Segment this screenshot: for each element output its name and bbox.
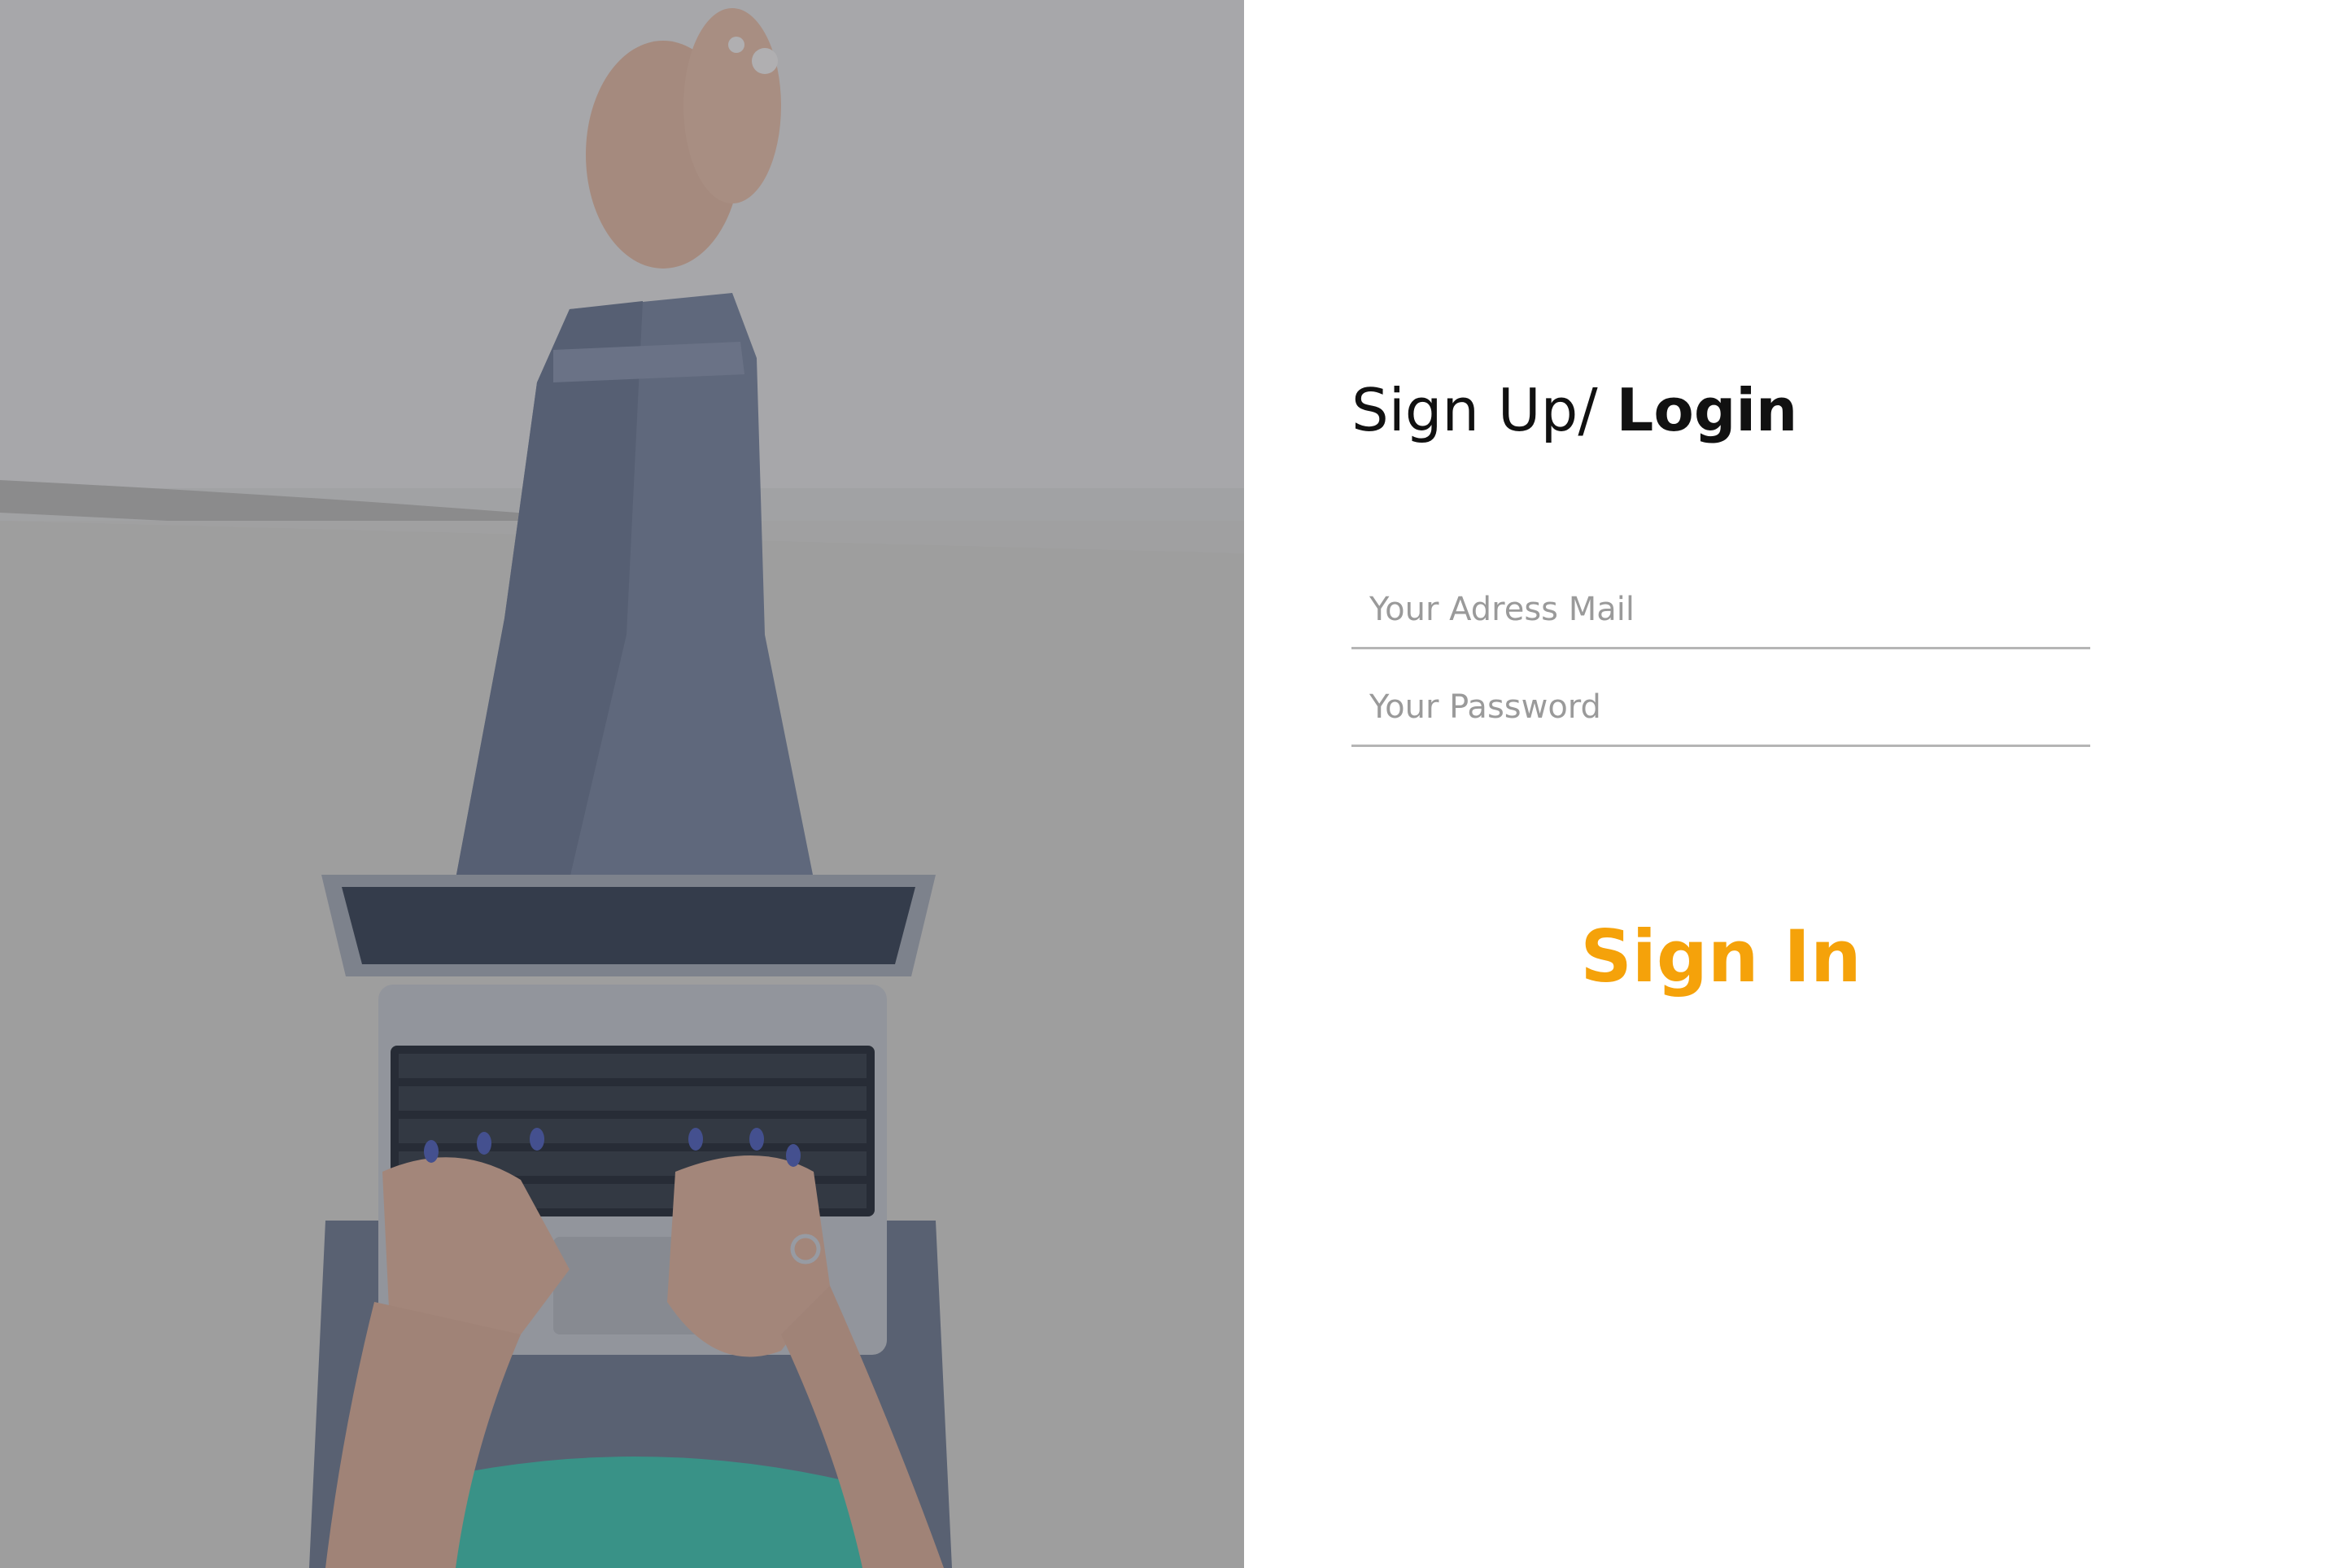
title-login-text: Login bbox=[1616, 376, 1798, 444]
laptop-photo-illustration bbox=[0, 0, 1244, 1568]
password-field[interactable] bbox=[1351, 669, 2090, 747]
login-form-panel: Sign Up/ Login Sign In bbox=[1244, 0, 2327, 1568]
sign-in-button[interactable]: Sign In bbox=[1351, 903, 2090, 1009]
page-title: Sign Up/ Login bbox=[1351, 376, 1797, 444]
title-signup-text: Sign Up/ bbox=[1351, 376, 1617, 444]
login-page: Sign Up/ Login Sign In bbox=[0, 0, 2327, 1568]
hero-photo bbox=[0, 0, 1244, 1568]
email-field[interactable] bbox=[1351, 571, 2090, 649]
